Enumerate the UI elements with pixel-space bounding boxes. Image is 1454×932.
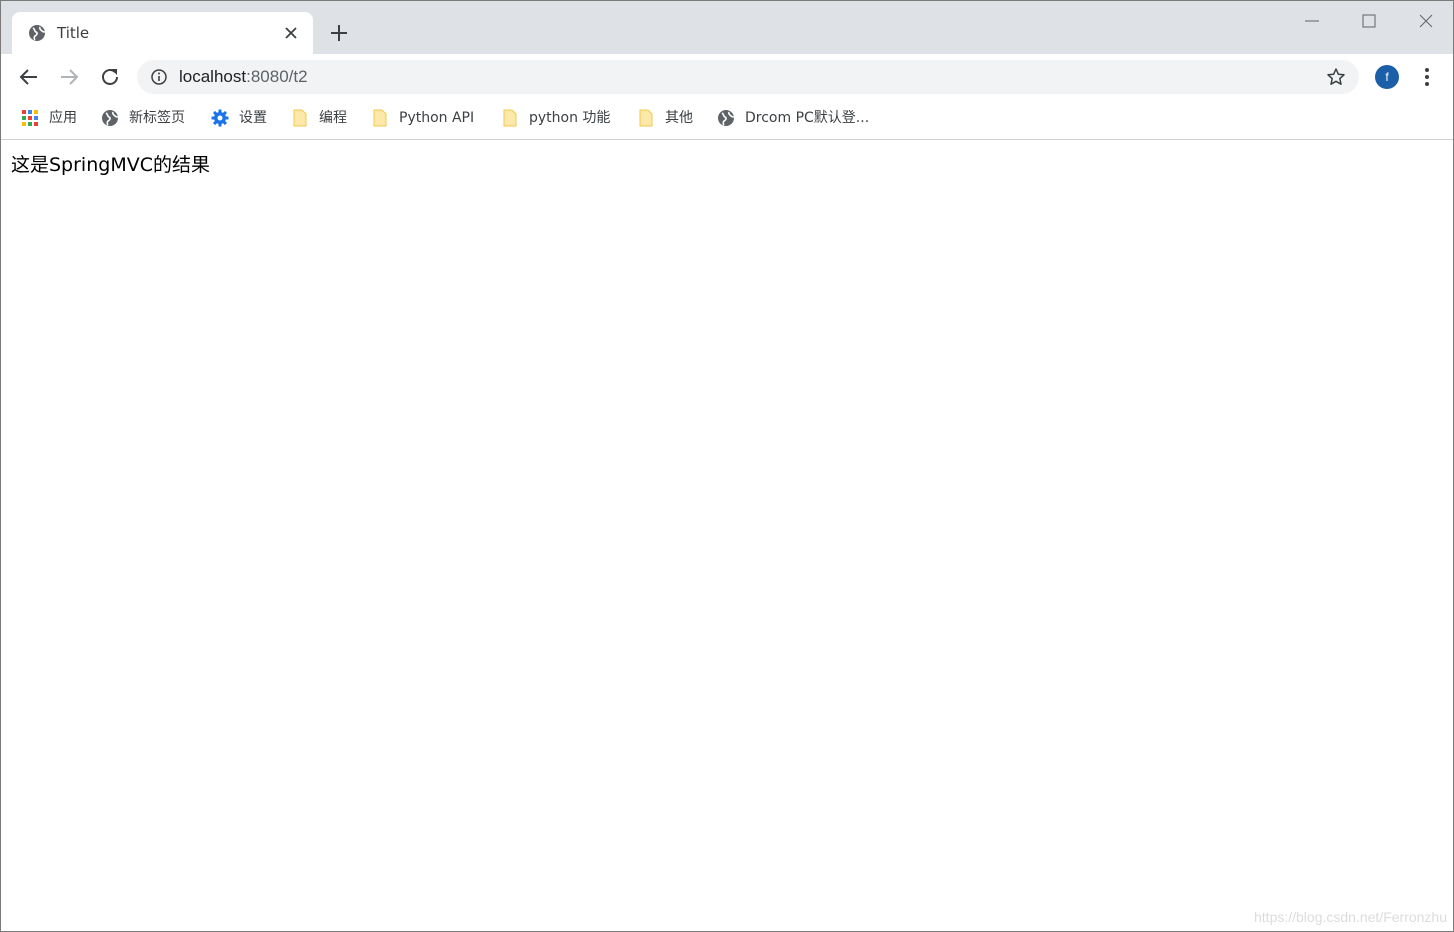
page-content: 这是SpringMVC的结果 https://blog.csdn.net/Fer… <box>1 140 1453 931</box>
tab-title: Title <box>57 24 90 42</box>
bookmark-folder-python-api[interactable]: Python API <box>371 108 474 128</box>
bookmarks-bar: 应用 新标签页 设置 编程 Python API python 功能 其他 Dr… <box>1 100 1453 140</box>
address-bar[interactable]: localhost:8080/t2 <box>137 60 1359 94</box>
gear-icon <box>211 109 229 127</box>
tab-active[interactable]: Title <box>12 12 313 54</box>
profile-avatar[interactable]: f <box>1375 65 1399 89</box>
globe-icon <box>29 25 46 41</box>
apps-grid-icon <box>22 110 38 126</box>
folder-icon <box>373 109 387 127</box>
url-path: :8080/t2 <box>246 67 308 86</box>
bookmark-label: 其他 <box>665 110 693 126</box>
bookmark-label: python 功能 <box>529 110 611 126</box>
bookmark-apps[interactable]: 应用 <box>21 108 77 128</box>
globe-icon <box>718 110 735 126</box>
bookmark-label: Python API <box>399 110 475 126</box>
bookmark-label: 新标签页 <box>129 110 185 126</box>
bookmark-label: 编程 <box>319 110 347 126</box>
forward-arrow-icon[interactable] <box>56 64 82 90</box>
more-vert-icon[interactable] <box>1417 65 1437 89</box>
info-icon[interactable] <box>150 68 168 86</box>
tab-strip: Title <box>1 1 1453 54</box>
window-close-icon[interactable] <box>1411 7 1441 35</box>
url-text[interactable]: localhost:8080/t2 <box>179 66 308 88</box>
reload-icon[interactable] <box>97 64 123 90</box>
plus-icon[interactable] <box>327 21 351 45</box>
bookmark-drcom[interactable]: Drcom PC默认登... <box>717 108 869 128</box>
star-icon[interactable] <box>1326 67 1346 87</box>
globe-icon <box>102 110 119 126</box>
bookmark-new-tab[interactable]: 新标签页 <box>101 108 185 128</box>
folder-icon <box>503 109 517 127</box>
maximize-icon[interactable] <box>1354 7 1384 35</box>
back-arrow-icon[interactable] <box>16 64 42 90</box>
bookmark-label: Drcom PC默认登... <box>745 110 870 126</box>
folder-icon <box>293 109 307 127</box>
minimize-icon[interactable] <box>1297 7 1327 35</box>
folder-icon <box>639 109 653 127</box>
toolbar: localhost:8080/t2 f <box>1 54 1453 100</box>
watermark: https://blog.csdn.net/Ferronzhu <box>1254 909 1447 925</box>
bookmark-folder-other[interactable]: 其他 <box>637 108 693 128</box>
close-icon[interactable] <box>282 24 300 42</box>
url-host: localhost <box>179 67 247 86</box>
bookmark-folder-python-functions[interactable]: python 功能 <box>501 108 610 128</box>
browser-window: Title localhost:8080/t2 f 应用 新标签页 设置 编程 … <box>0 0 1454 932</box>
bookmark-label: 设置 <box>239 110 267 126</box>
bookmark-folder-programming[interactable]: 编程 <box>291 108 347 128</box>
result-text: 这是SpringMVC的结果 <box>11 154 210 176</box>
bookmark-settings[interactable]: 设置 <box>211 108 267 128</box>
bookmark-label: 应用 <box>49 110 77 126</box>
